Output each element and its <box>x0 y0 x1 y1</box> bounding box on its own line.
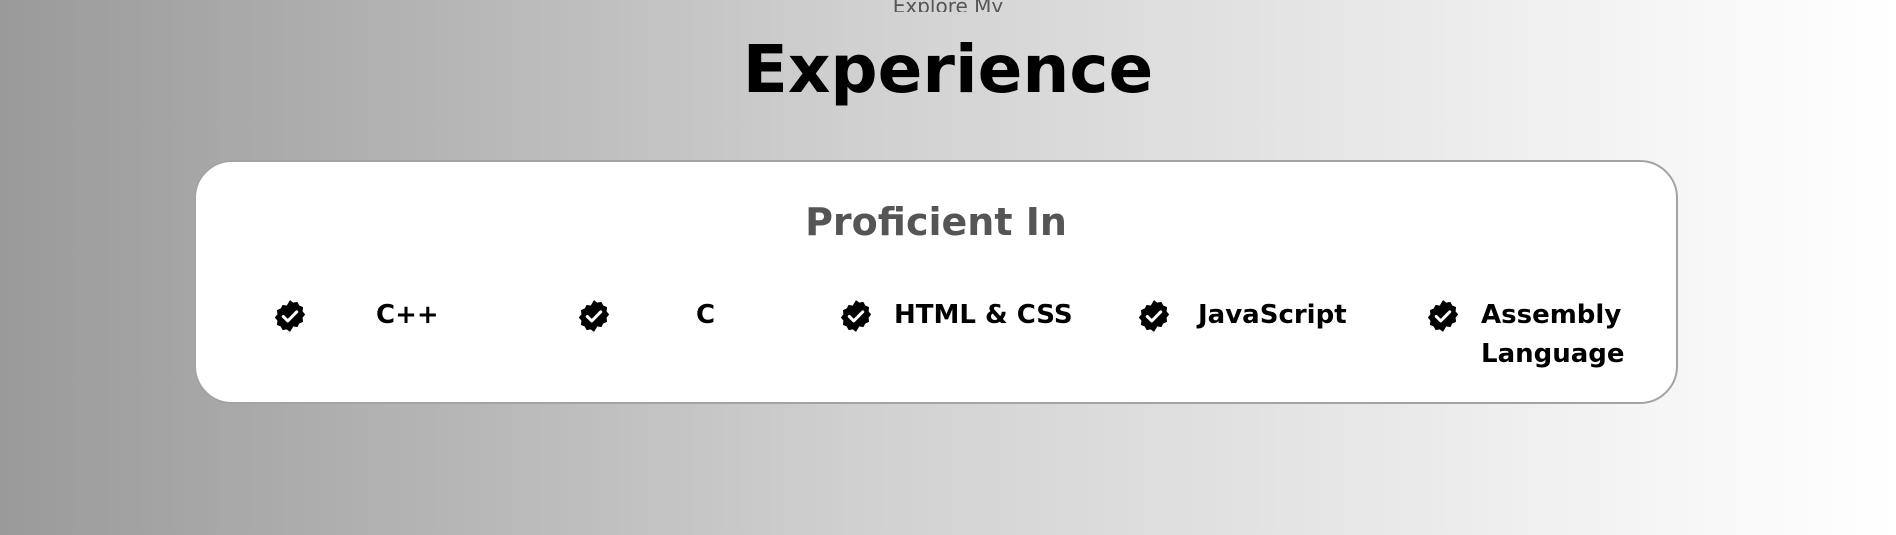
proficiency-card: Proficient In C++ C HTML & CSS JavaScrip… <box>194 160 1678 404</box>
page: { "section": { "eyebrow": "Explore My", … <box>0 0 1896 535</box>
skill-item-javascript: JavaScript <box>1136 296 1347 335</box>
check-badge-icon <box>1425 298 1461 334</box>
skill-label: JavaScript <box>1198 300 1347 330</box>
skill-item-cpp: C++ <box>272 296 439 335</box>
section-eyebrow: Explore My <box>892 0 1004 12</box>
check-badge-icon <box>272 298 308 334</box>
skill-label: HTML & CSS <box>894 300 1073 330</box>
skill-label: C <box>696 300 716 330</box>
check-badge-icon <box>838 298 874 334</box>
skill-item-c: C <box>576 296 715 335</box>
skill-label: C++ <box>376 300 439 330</box>
skill-item-assembly: Assembly Language <box>1425 296 1631 374</box>
section-title: Experience <box>742 31 1154 108</box>
check-badge-icon <box>1136 298 1172 334</box>
skill-label: Assembly Language <box>1481 300 1625 369</box>
card-title: Proficient In <box>805 200 1067 244</box>
skill-item-html-css: HTML & CSS <box>838 296 1073 335</box>
check-badge-icon <box>576 298 612 334</box>
